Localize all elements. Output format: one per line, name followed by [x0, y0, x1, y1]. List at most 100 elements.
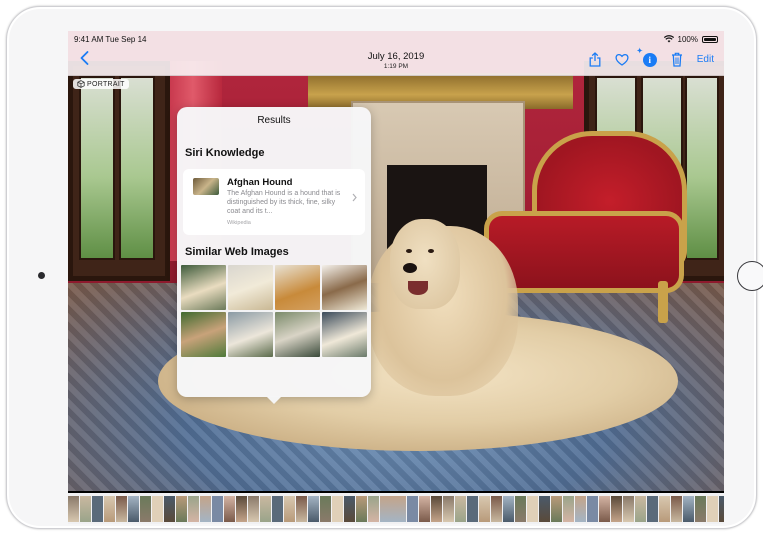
filmstrip-thumbnail[interactable] — [200, 495, 211, 522]
screen: 9:41 AM Tue Sep 14 100% July 16, 2019 1:… — [68, 31, 724, 524]
filmstrip-thumbnail[interactable] — [695, 495, 706, 522]
status-time-date: 9:41 AM Tue Sep 14 — [74, 34, 147, 44]
filmstrip-thumbnail[interactable] — [539, 495, 550, 522]
filmstrip-thumbnail[interactable] — [296, 495, 307, 522]
filmstrip-thumbnail[interactable] — [635, 495, 646, 522]
filmstrip-thumbnail[interactable] — [176, 495, 187, 522]
heart-icon — [615, 53, 629, 66]
filmstrip-thumbnail[interactable] — [116, 495, 127, 522]
filmstrip-thumbnail[interactable] — [332, 495, 343, 522]
filmstrip-thumbnail[interactable] — [272, 495, 283, 522]
filmstrip-thumbnail[interactable] — [443, 495, 454, 522]
photo-filmstrip[interactable] — [68, 493, 724, 524]
filmstrip-thumbnail[interactable] — [599, 495, 610, 522]
cube-icon — [77, 80, 85, 88]
filmstrip-thumbnail[interactable] — [479, 495, 490, 522]
filmstrip-thumbnail[interactable] — [68, 495, 79, 522]
edit-button[interactable]: Edit — [697, 54, 714, 65]
filmstrip-thumbnail[interactable] — [140, 495, 151, 522]
filmstrip-thumbnail[interactable] — [683, 495, 694, 522]
filmstrip-thumbnail[interactable] — [260, 495, 271, 522]
battery-percent: 100% — [677, 34, 698, 44]
ipad-device: 9:41 AM Tue Sep 14 100% July 16, 2019 1:… — [6, 6, 763, 529]
filmstrip-thumbnail[interactable] — [92, 495, 103, 522]
photo-dog-nose — [403, 263, 417, 273]
trash-icon — [671, 52, 682, 67]
filmstrip-thumbnail[interactable] — [563, 495, 574, 522]
filmstrip-thumbnail[interactable] — [368, 495, 379, 522]
web-image-thumbnail[interactable] — [275, 265, 320, 310]
filmstrip-thumbnail[interactable] — [467, 495, 478, 522]
portrait-label: PORTRAIT — [87, 80, 125, 88]
filmstrip-thumbnail[interactable] — [659, 495, 670, 522]
photo-view[interactable] — [68, 31, 724, 491]
nav-actions: i Edit — [589, 47, 714, 67]
filmstrip-thumbnail[interactable] — [248, 495, 259, 522]
filmstrip-thumbnail[interactable] — [224, 495, 235, 522]
knowledge-source: Wikipedia — [227, 220, 251, 226]
web-image-grid — [181, 265, 367, 357]
chevron-right-icon — [352, 193, 357, 205]
filmstrip-thumbnail[interactable] — [551, 495, 562, 522]
info-icon[interactable]: i — [637, 47, 657, 67]
web-image-thumbnail[interactable] — [322, 265, 367, 310]
front-camera — [38, 272, 45, 279]
favorite-button[interactable] — [615, 53, 629, 66]
status-bar: 9:41 AM Tue Sep 14 100% — [68, 31, 724, 47]
web-image-thumbnail[interactable] — [322, 312, 367, 357]
share-icon — [589, 52, 601, 67]
filmstrip-thumbnail[interactable] — [104, 495, 115, 522]
web-image-thumbnail[interactable] — [275, 312, 320, 357]
battery-icon — [702, 35, 718, 43]
filmstrip-thumbnail[interactable] — [623, 495, 634, 522]
photo-dog-head — [390, 219, 460, 309]
siri-knowledge-heading: Siri Knowledge — [185, 147, 265, 159]
knowledge-title: Afghan Hound — [227, 177, 293, 188]
web-image-thumbnail[interactable] — [181, 312, 226, 357]
filmstrip-thumbnail[interactable] — [212, 495, 223, 522]
filmstrip-thumbnail[interactable] — [515, 495, 526, 522]
knowledge-thumbnail — [193, 178, 219, 195]
delete-button[interactable] — [671, 52, 683, 67]
filmstrip-thumbnail[interactable] — [503, 495, 514, 522]
nav-bar: July 16, 2019 1:19 PM i — [68, 47, 724, 76]
home-button[interactable] — [737, 261, 763, 291]
photo-door-left — [68, 61, 170, 281]
filmstrip-thumbnail[interactable] — [236, 495, 247, 522]
filmstrip-thumbnail[interactable] — [575, 495, 586, 522]
photo-dog-mouth — [408, 281, 428, 295]
filmstrip-thumbnail[interactable] — [320, 495, 331, 522]
results-popover: Results Siri Knowledge Afghan Hound The … — [177, 107, 371, 404]
filmstrip-thumbnail[interactable] — [431, 495, 442, 522]
share-button[interactable] — [589, 52, 601, 67]
filmstrip-thumbnail[interactable] — [527, 495, 538, 522]
wifi-icon — [663, 35, 674, 43]
filmstrip-thumbnail[interactable] — [647, 495, 658, 522]
web-image-thumbnail[interactable] — [228, 312, 273, 357]
filmstrip-thumbnail[interactable] — [587, 495, 598, 522]
web-image-thumbnail[interactable] — [181, 265, 226, 310]
filmstrip-thumbnail[interactable] — [308, 495, 319, 522]
filmstrip-thumbnail[interactable] — [128, 495, 139, 522]
filmstrip-thumbnail[interactable] — [707, 495, 718, 522]
filmstrip-thumbnail[interactable] — [491, 495, 502, 522]
web-image-thumbnail[interactable] — [228, 265, 273, 310]
filmstrip-thumbnail[interactable] — [80, 495, 91, 522]
photo-dog-eye — [406, 249, 412, 253]
filmstrip-current-thumbnail[interactable] — [380, 495, 406, 522]
filmstrip-thumbnail[interactable] — [284, 495, 295, 522]
filmstrip-thumbnail[interactable] — [164, 495, 175, 522]
filmstrip-thumbnail[interactable] — [356, 495, 367, 522]
filmstrip-thumbnail[interactable] — [611, 495, 622, 522]
knowledge-card[interactable]: Afghan Hound The Afghan Hound is a hound… — [183, 169, 365, 235]
filmstrip-thumbnail[interactable] — [719, 495, 724, 522]
filmstrip-thumbnail[interactable] — [407, 495, 418, 522]
knowledge-description: The Afghan Hound is a hound that is dist… — [227, 190, 341, 215]
filmstrip-thumbnail[interactable] — [344, 495, 355, 522]
similar-web-images-heading: Similar Web Images — [185, 246, 289, 258]
filmstrip-thumbnail[interactable] — [152, 495, 163, 522]
filmstrip-thumbnail[interactable] — [671, 495, 682, 522]
filmstrip-thumbnail[interactable] — [455, 495, 466, 522]
filmstrip-thumbnail[interactable] — [188, 495, 199, 522]
filmstrip-thumbnail[interactable] — [419, 495, 430, 522]
